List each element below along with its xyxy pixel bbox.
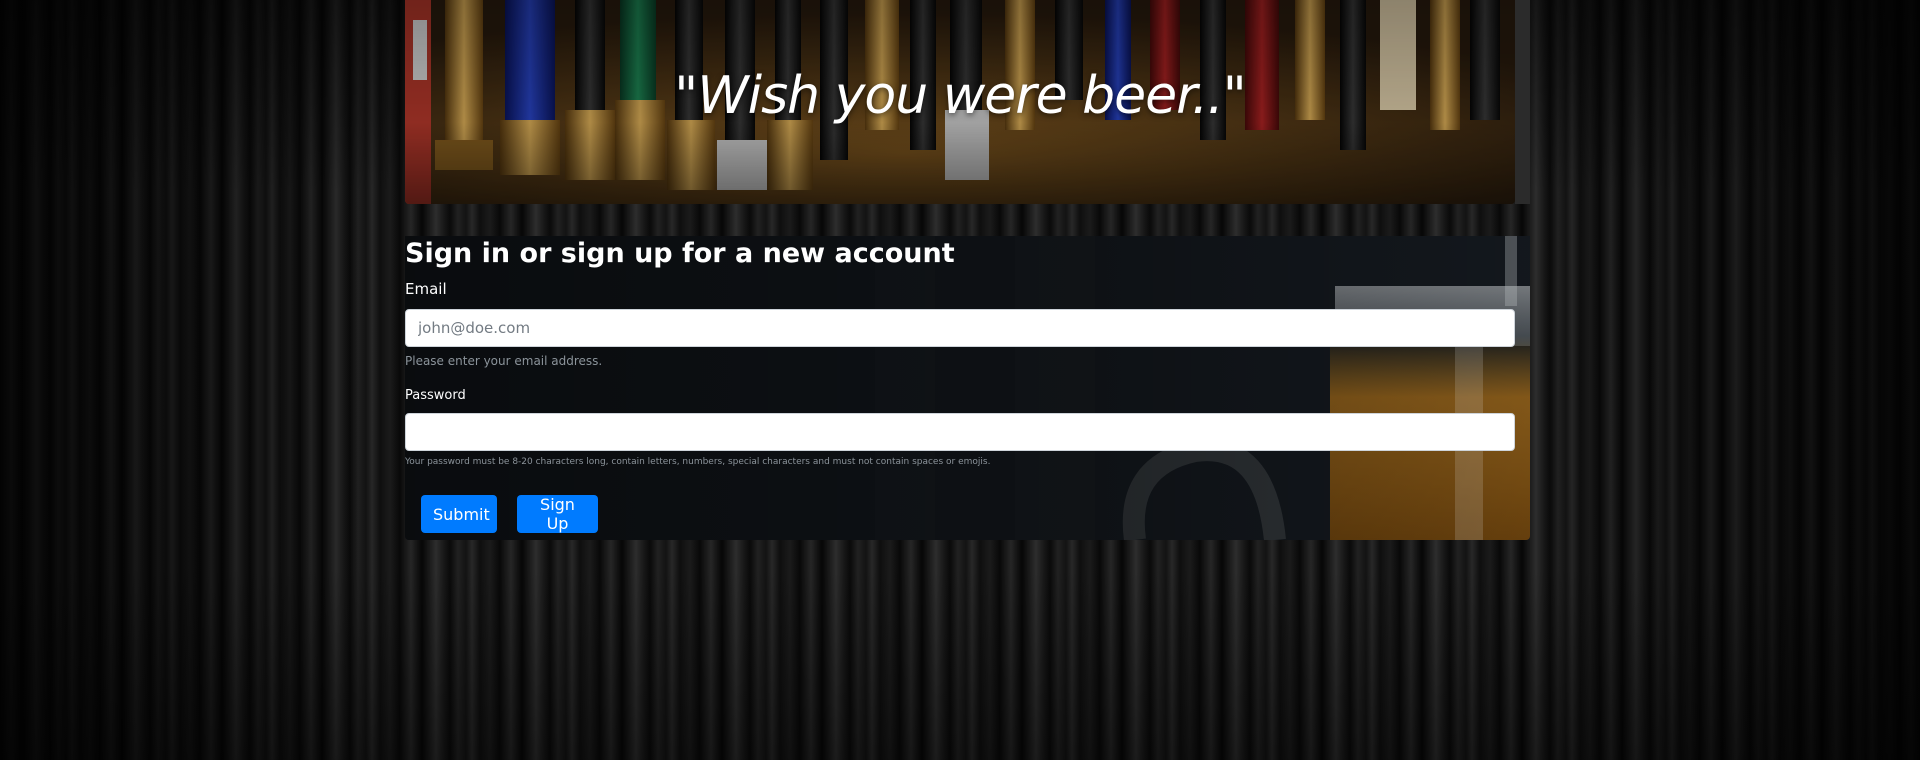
password-help-text: Your password must be 8-20 characters lo… <box>405 457 991 467</box>
hero-edge-strip <box>1515 0 1530 204</box>
hero-quote: "Wish you were beer.." <box>674 66 1246 126</box>
password-field[interactable] <box>405 413 1515 451</box>
form-title: Sign in or sign up for a new account <box>405 238 955 269</box>
email-help-text: Please enter your email address. <box>405 354 603 368</box>
page-container: "Wish you were beer.." Sign in or sign u… <box>405 0 1530 540</box>
password-label: Password <box>405 388 466 403</box>
submit-button[interactable]: Submit <box>421 495 497 533</box>
hero-banner: "Wish you were beer.." <box>405 0 1515 204</box>
email-label: Email <box>405 280 447 298</box>
sign-up-button[interactable]: Sign Up <box>517 495 598 533</box>
auth-panel: Sign in or sign up for a new account Ema… <box>405 236 1530 540</box>
email-field[interactable] <box>405 309 1515 347</box>
